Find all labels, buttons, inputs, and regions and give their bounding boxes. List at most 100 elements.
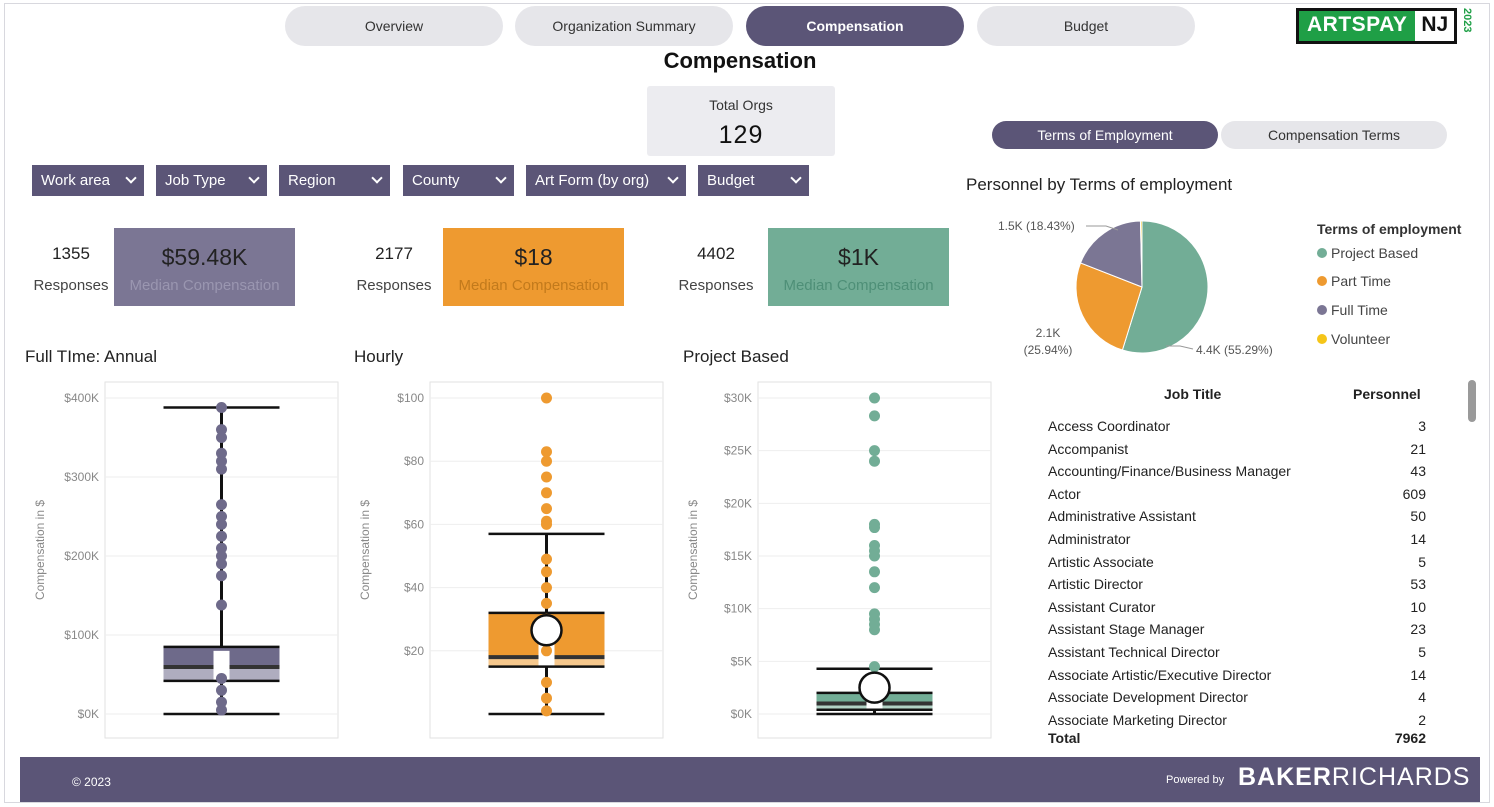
job-title-cell: Actor [1048, 485, 1081, 502]
outlier-point [541, 471, 552, 483]
y-tick-label: $80 [404, 454, 424, 468]
personnel-cell: 14 [1410, 531, 1426, 547]
table-row[interactable]: Administrator 14 [1048, 531, 1426, 553]
table-row[interactable]: Assistant Stage Manager 23 [1048, 621, 1426, 643]
copyright-text: © 2023 [72, 775, 111, 789]
job-title-cell: Associate Development Director [1048, 689, 1248, 706]
outlier-point [541, 597, 552, 609]
responses-label: Responses [356, 277, 432, 294]
table-scrollbar[interactable] [1468, 380, 1476, 422]
kpi-value: $18 [514, 244, 553, 270]
responses-count: 2177 [375, 244, 413, 263]
filter-work-area[interactable]: Work area [32, 165, 144, 196]
column-header-personnel[interactable]: Personnel [1353, 386, 1421, 402]
legend-label: Part Time [1331, 273, 1391, 289]
outlier-point [216, 530, 227, 542]
chart-title-hourly: Hourly [354, 347, 404, 366]
terms-of-employment-toggle[interactable]: Terms of Employment [992, 121, 1218, 149]
compensation-terms-toggle[interactable]: Compensation Terms [1221, 121, 1447, 149]
box-plot-hourly: $20 $40 $60 $80 $100 Compensation in $ [355, 380, 671, 745]
footer-bar: © 2023 Powered by BAKERRICHARDS [20, 757, 1480, 802]
tab-overview[interactable]: Overview [285, 6, 503, 46]
box-plot-svg: $0K $5K $10K $15K $20K $25K $30K Compensation i… [686, 381, 992, 739]
outlier-point [541, 645, 552, 657]
y-tick-label: $200K [64, 549, 99, 563]
filter-label: Art Form (by org) [535, 172, 650, 189]
table-row[interactable]: Artistic Director 53 [1048, 576, 1426, 598]
filter-label: Work area [41, 172, 110, 189]
legend-item-full-time: Full Time [1317, 302, 1388, 318]
outlier-point [216, 401, 227, 413]
table-row[interactable]: Associate Artistic/Executive Director 14 [1048, 667, 1426, 689]
legend-title: Terms of employment [1317, 221, 1462, 237]
filter-job-type[interactable]: Job Type [156, 165, 267, 196]
artspay-logo: ARTSPAY NJ 2023 [1296, 8, 1473, 44]
responses-label: Responses [33, 277, 109, 294]
tab-organization-summary[interactable]: Organization Summary [515, 6, 733, 46]
y-tick-label: $0K [78, 707, 99, 721]
outlier-point [216, 599, 227, 611]
y-tick-label: $0K [731, 707, 752, 721]
job-title-cell: Associate Marketing Director [1048, 711, 1227, 728]
total-label: Total [1048, 730, 1081, 746]
outlier-point [541, 446, 552, 458]
personnel-cell: 21 [1410, 440, 1426, 457]
y-tick-label: $100 [397, 391, 424, 405]
outlier-point [216, 518, 227, 530]
table-row[interactable]: Accounting/Finance/Business Manager 43 [1048, 463, 1426, 485]
logo-text-artspay: ARTSPAY [1299, 11, 1416, 41]
column-header-job-title[interactable]: Job Title [1164, 386, 1221, 402]
outlier-point [869, 550, 880, 562]
y-tick-label: $20 [404, 644, 424, 658]
table-row[interactable]: Accompanist 21 [1048, 441, 1426, 463]
filter-county[interactable]: County [403, 165, 514, 196]
tab-compensation[interactable]: Compensation [746, 6, 964, 46]
outlier-point [869, 522, 880, 534]
table-row[interactable]: Assistant Curator 10 [1048, 599, 1426, 621]
job-title-cell: Accompanist [1048, 440, 1129, 457]
total-value: 7962 [1394, 730, 1426, 746]
outlier-point [541, 692, 552, 704]
pie-leader-lines [1086, 225, 1194, 350]
job-title-cell: Administrator [1048, 531, 1131, 547]
filter-budget[interactable]: Budget [698, 165, 809, 196]
outlier-point [869, 392, 880, 404]
filter-region[interactable]: Region [279, 165, 390, 196]
table-row[interactable]: Associate Development Director 4 [1048, 689, 1426, 711]
table-row[interactable]: Administrative Assistant 50 [1048, 508, 1426, 530]
outlier-point [869, 582, 880, 594]
filter-art-form[interactable]: Art Form (by org) [526, 165, 686, 196]
total-orgs-label: Total Orgs [709, 97, 773, 113]
outlier-point [869, 566, 880, 578]
chevron-down-icon [495, 172, 507, 184]
filter-label: Job Type [165, 172, 226, 189]
kpi-value: $1K [838, 244, 879, 270]
bakerrichards-logo: BAKERRICHARDS [1238, 763, 1470, 792]
job-title-cell: Assistant Technical Director [1048, 644, 1220, 660]
kpi-value: $59.48K [161, 244, 248, 270]
table-row[interactable]: Access Coordinator 3 [1048, 418, 1426, 440]
y-tick-label: $40 [404, 581, 424, 595]
filter-label: County [412, 172, 460, 189]
outlier-point [541, 455, 552, 467]
pie-label-part-time: 2.1K (25.94%) [1023, 326, 1073, 357]
tab-budget[interactable]: Budget [977, 6, 1195, 46]
legend-label: Volunteer [1331, 331, 1391, 347]
table-row[interactable]: Assistant Technical Director 5 [1048, 644, 1426, 666]
legend-dot-icon [1317, 248, 1327, 258]
chevron-down-icon [667, 172, 679, 184]
table-row[interactable]: Artistic Associate 5 [1048, 554, 1426, 576]
job-title-cell: Administrative Assistant [1048, 508, 1196, 525]
job-title-cell: Artistic Associate [1048, 553, 1154, 570]
table-row[interactable]: Actor 609 [1048, 486, 1426, 508]
box-plot-project-based: $0K $5K $10K $15K $20K $25K $30K Compensation i… [683, 380, 999, 745]
box-plot-full-time: $0K $100K $200K $300K $400K Compensation in $ [30, 380, 346, 745]
outlier-point [869, 445, 880, 457]
responses-count: 4402 [697, 244, 735, 263]
legend-item-project-based: Project Based [1317, 245, 1418, 261]
logo-year: 2023 [1461, 8, 1474, 33]
table-total-row: Total 7962 [1048, 730, 1426, 752]
outlier-point [869, 624, 880, 636]
pie-label-full-time: 1.5K (18.43%) [998, 219, 1075, 233]
brand-rest: RICHARDS [1331, 763, 1471, 791]
